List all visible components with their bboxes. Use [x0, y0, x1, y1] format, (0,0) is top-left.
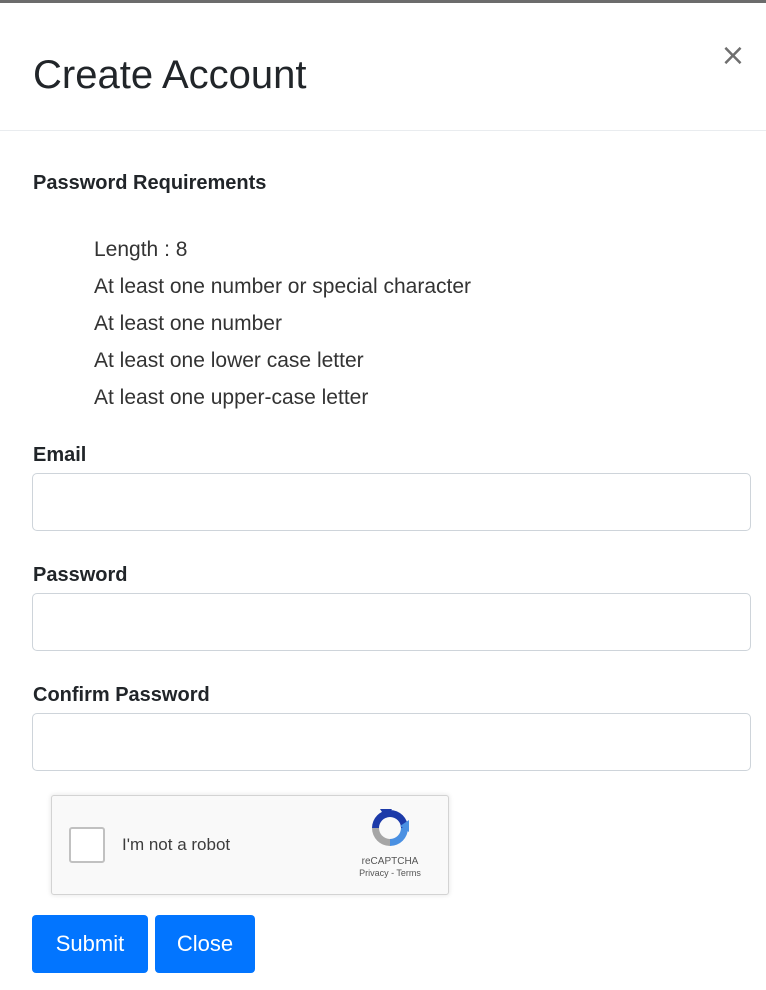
- recaptcha-links[interactable]: Privacy - Terms: [350, 868, 430, 879]
- confirm-password-label: Confirm Password: [33, 684, 210, 706]
- requirement-length: Length : 8: [94, 238, 188, 261]
- submit-button[interactable]: Submit: [32, 915, 148, 973]
- email-input[interactable]: [32, 473, 751, 531]
- modal-header: Create Account ×: [0, 3, 766, 131]
- recaptcha-label: I'm not a robot: [122, 835, 231, 854]
- create-account-modal: Create Account × Password Requirements L…: [0, 0, 766, 990]
- requirement-lowercase: At least one lower case letter: [94, 349, 364, 372]
- recaptcha-icon: [372, 809, 409, 846]
- recaptcha-brand: reCAPTCHA: [361, 856, 419, 867]
- email-label: Email: [33, 444, 87, 466]
- close-button[interactable]: Close: [155, 915, 255, 973]
- requirement-number: At least one number: [94, 312, 282, 335]
- recaptcha-checkbox[interactable]: [69, 827, 105, 863]
- password-label: Password: [33, 564, 128, 586]
- recaptcha-widget: I'm not a robot reCAPTCHA Privacy - Term…: [51, 795, 449, 895]
- close-icon[interactable]: ×: [718, 41, 748, 71]
- recaptcha-logo: reCAPTCHA Privacy - Terms: [350, 806, 430, 879]
- confirm-password-input[interactable]: [32, 713, 751, 771]
- modal-title: Create Account: [33, 53, 307, 97]
- password-requirements-list: Length : 8 At least one number or specia…: [94, 231, 471, 416]
- requirement-number-or-special: At least one number or special character: [94, 275, 472, 298]
- password-requirements-heading: Password Requirements: [33, 172, 267, 194]
- requirement-uppercase: At least one upper-case letter: [94, 386, 369, 409]
- password-input[interactable]: [32, 593, 751, 651]
